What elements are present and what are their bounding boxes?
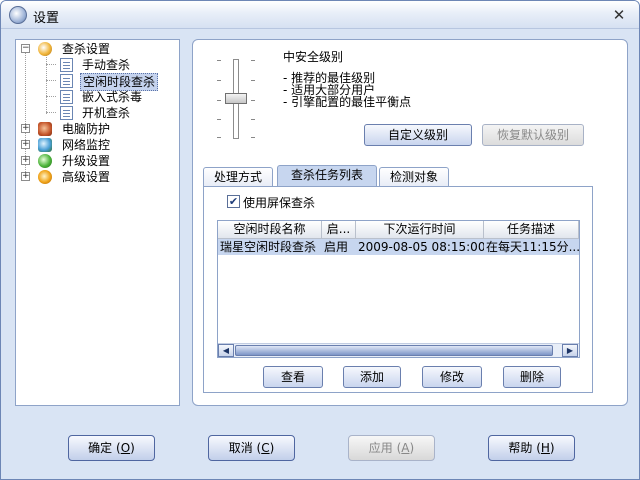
slider-tick — [217, 60, 221, 61]
tree-item-label: 开机查杀 — [82, 106, 131, 120]
document-icon — [60, 74, 73, 88]
cell-next-run: 2009-08-05 08:15:00 — [358, 240, 484, 254]
window-title: 设置 — [33, 11, 60, 26]
close-icon[interactable]: ✕ — [609, 6, 629, 24]
tab-scan-task-list[interactable]: 查杀任务列表 — [277, 165, 377, 187]
cell-status: 启用 — [324, 240, 349, 254]
document-icon — [60, 90, 73, 104]
tree-item-label: 网络监控 — [62, 138, 111, 152]
column-header-description[interactable]: 任务描述 — [484, 221, 579, 239]
modify-button[interactable]: 修改 — [422, 366, 482, 388]
cancel-button-label: 取消 — [228, 441, 253, 455]
task-list[interactable]: 空闲时段名称 启... 下次运行时间 任务描述 瑞星空闲时段查杀 启用 2009… — [217, 220, 580, 358]
cell-name: 瑞星空闲时段查杀 — [220, 240, 317, 254]
title-bar[interactable]: 设置 ✕ — [1, 1, 639, 29]
tree-item-label: 电脑防护 — [62, 122, 111, 136]
expand-icon[interactable]: + — [21, 172, 30, 181]
security-level-desc-3: - 引擎配置的最佳平衡点 — [283, 95, 412, 109]
tree-item-manual-scan[interactable]: 手动查杀 — [20, 57, 170, 73]
slider-tick — [251, 60, 255, 61]
tree-item-label: 手动查杀 — [82, 58, 131, 72]
apply-shortcut: A — [401, 441, 410, 455]
network-icon — [38, 138, 52, 152]
delete-button[interactable]: 删除 — [503, 366, 561, 388]
tree-item-label: 高级设置 — [62, 170, 111, 184]
document-icon — [60, 106, 73, 120]
cancel-button[interactable]: 取消 (C) — [208, 435, 295, 461]
scroll-left-icon[interactable]: ◀ — [218, 344, 234, 357]
column-header-name[interactable]: 空闲时段名称 — [218, 221, 322, 239]
glove-icon — [38, 122, 52, 136]
document-icon — [60, 58, 73, 72]
settings-tree: − 查杀设置 手动查杀 空闲时段查杀 嵌入式杀毒 开机查杀 + 电脑防护 + 网… — [15, 39, 180, 406]
add-button[interactable]: 添加 — [343, 366, 401, 388]
horizontal-scrollbar[interactable]: ◀ ▶ — [218, 343, 579, 357]
expand-icon[interactable]: + — [21, 156, 30, 165]
app-icon — [9, 6, 27, 24]
tree-item-label: 升级设置 — [62, 154, 111, 168]
tree-item-pc-protection[interactable]: + 电脑防护 — [20, 121, 170, 137]
gear-icon — [38, 170, 52, 184]
upgrade-check-icon — [38, 154, 52, 168]
tree-item-label: 查杀设置 — [62, 42, 111, 56]
restore-default-level-button[interactable]: 恢复默认级别 — [482, 124, 584, 146]
custom-level-button[interactable]: 自定义级别 — [364, 124, 472, 146]
view-button[interactable]: 查看 — [263, 366, 323, 388]
scroll-thumb[interactable] — [235, 345, 553, 356]
scroll-right-icon[interactable]: ▶ — [562, 344, 578, 357]
tree-item-idle-scan[interactable]: 空闲时段查杀 — [20, 73, 170, 91]
security-level-slider-thumb[interactable] — [225, 93, 247, 104]
ok-shortcut: O — [120, 441, 131, 455]
tab-handling-method[interactable]: 处理方式 — [203, 167, 273, 187]
screensaver-scan-checkbox[interactable]: ✔ — [227, 195, 240, 208]
settings-window: 设置 ✕ − 查杀设置 手动查杀 空闲时段查杀 嵌入式杀毒 开机查杀 + 电脑防… — [0, 0, 640, 480]
apply-button-label: 应用 — [368, 441, 393, 455]
collapse-icon[interactable]: − — [21, 44, 30, 53]
tree-item-advanced-settings[interactable]: + 高级设置 — [20, 169, 170, 185]
tab-detection-targets[interactable]: 检测对象 — [379, 167, 449, 187]
slider-tick — [251, 137, 255, 138]
screensaver-scan-label: 使用屏保查杀 — [243, 196, 316, 210]
tree-item-embedded-scan[interactable]: 嵌入式杀毒 — [20, 89, 170, 105]
magnifier-bug-icon — [38, 42, 52, 56]
help-button[interactable]: 帮助 (H) — [488, 435, 575, 461]
apply-button[interactable]: 应用 (A) — [348, 435, 435, 461]
slider-tick — [251, 119, 255, 120]
tree-item-network-monitor[interactable]: + 网络监控 — [20, 137, 170, 153]
tree-item-upgrade-settings[interactable]: + 升级设置 — [20, 153, 170, 169]
column-header-status[interactable]: 启... — [322, 221, 356, 239]
tree-item-label: 嵌入式杀毒 — [82, 90, 143, 104]
tree-item-boot-scan[interactable]: 开机查杀 — [20, 105, 170, 121]
help-button-label: 帮助 — [508, 441, 533, 455]
slider-tick — [251, 100, 255, 101]
table-row[interactable]: 瑞星空闲时段查杀 启用 2009-08-05 08:15:00 在每天11:15… — [218, 239, 579, 255]
help-shortcut: H — [540, 441, 550, 455]
cancel-shortcut: C — [261, 441, 270, 455]
security-level-title: 中安全级别 — [283, 50, 344, 64]
slider-tick — [217, 80, 221, 81]
expand-icon[interactable]: + — [21, 140, 30, 149]
slider-tick — [217, 137, 221, 138]
slider-tick — [251, 80, 255, 81]
slider-tick — [217, 119, 221, 120]
cell-description: 在每天11:15分... — [486, 240, 579, 254]
column-header-next-run[interactable]: 下次运行时间 — [356, 221, 484, 239]
ok-button[interactable]: 确定 (O) — [68, 435, 155, 461]
slider-tick — [217, 100, 221, 101]
tree-item-scan-settings[interactable]: − 查杀设置 — [20, 41, 170, 57]
expand-icon[interactable]: + — [21, 124, 30, 133]
ok-button-label: 确定 — [88, 441, 113, 455]
